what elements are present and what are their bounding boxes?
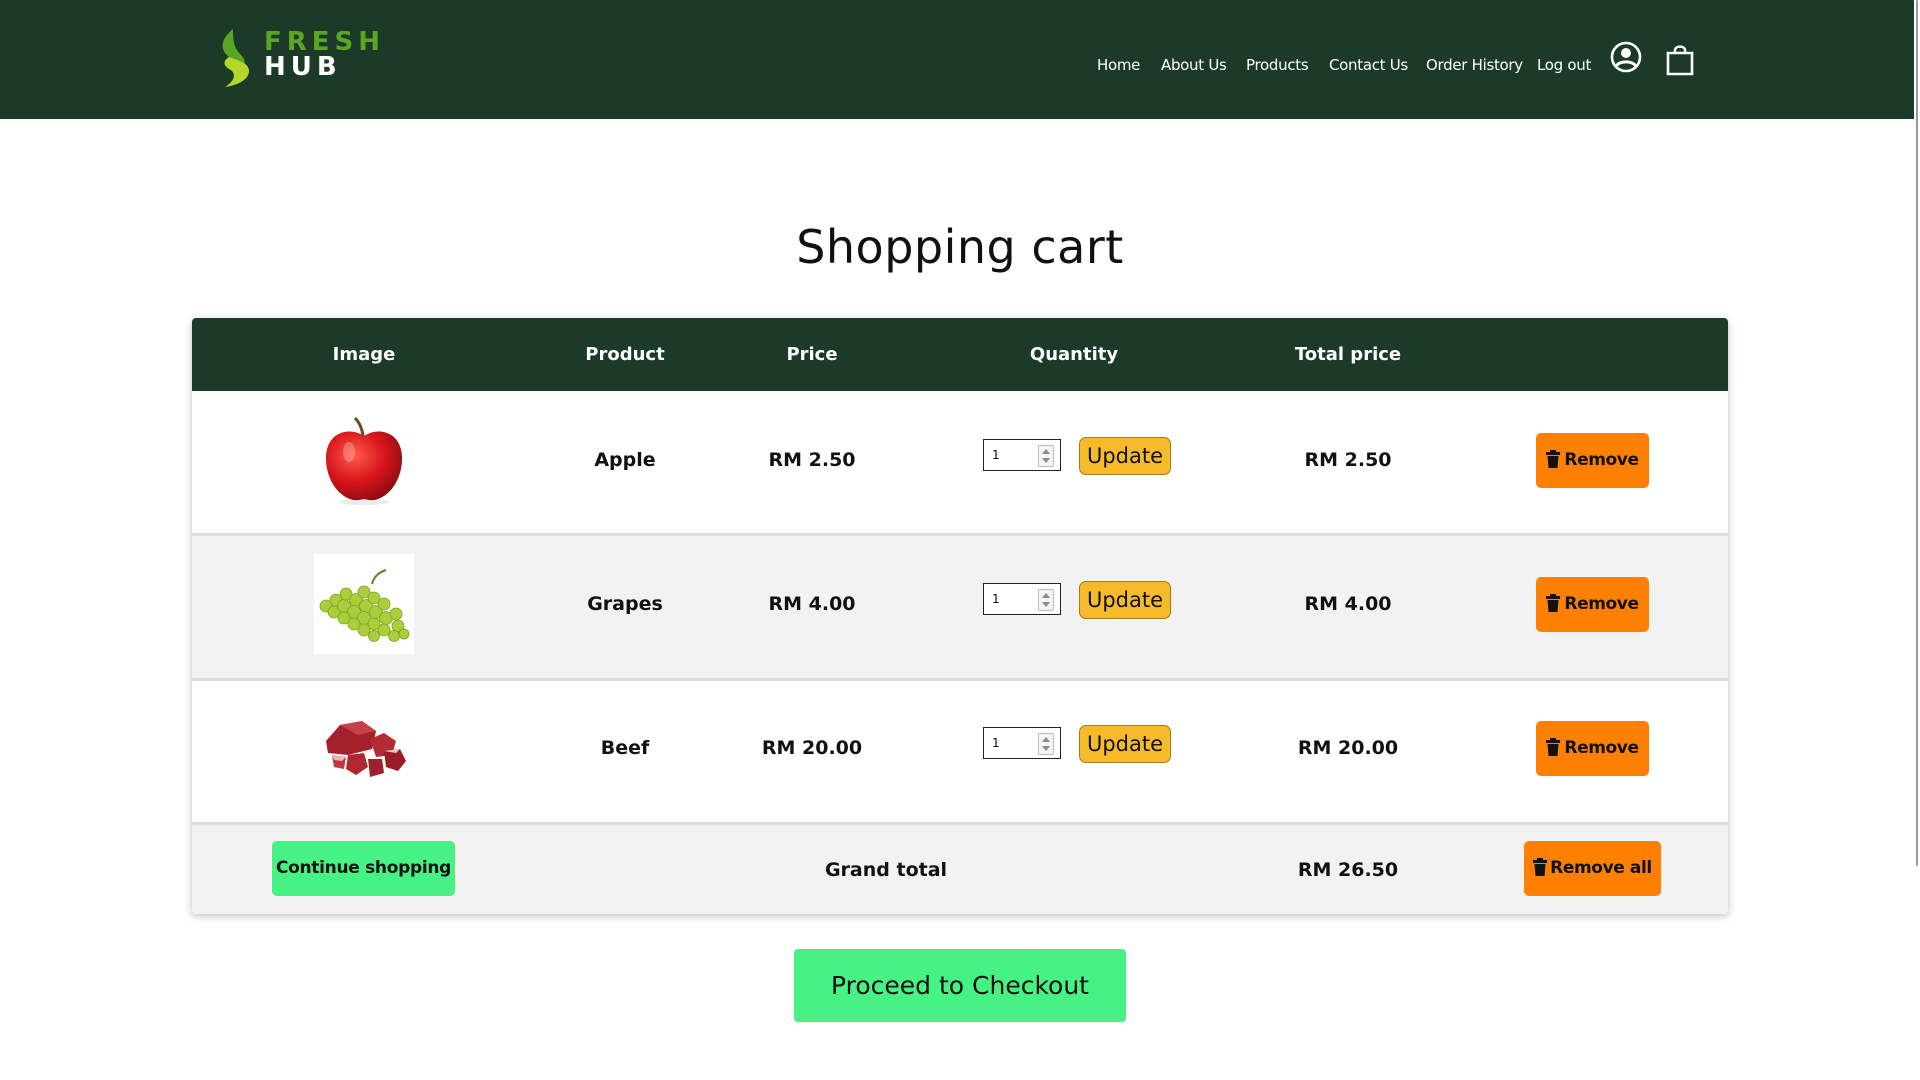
- column-header-total-price: Total price: [1294, 344, 1402, 365]
- table-footer-row: Continue shopping Grand total RM 26.50 R…: [192, 825, 1728, 914]
- column-header-quantity: Quantity: [1029, 344, 1119, 365]
- remove-button[interactable]: Remove: [1536, 721, 1649, 776]
- table-header: Image Product Price Quantity Total price: [192, 318, 1728, 391]
- nav-products[interactable]: Products: [1246, 56, 1309, 74]
- quantity-stepper[interactable]: [1038, 445, 1054, 467]
- row-total-price: RM 20.00: [1297, 737, 1399, 759]
- continue-shopping-button[interactable]: Continue shopping: [272, 841, 455, 896]
- remove-label: Remove: [1564, 738, 1639, 758]
- grapes-image: [314, 554, 414, 654]
- row-total-price: RM 2.50: [1304, 449, 1392, 471]
- quantity-value: 1: [992, 592, 1000, 606]
- quantity-stepper[interactable]: [1038, 733, 1054, 755]
- shopping-bag-icon[interactable]: [1666, 44, 1694, 76]
- remove-all-label: Remove all: [1550, 858, 1652, 878]
- grand-total-label: Grand total: [824, 859, 948, 881]
- quantity-input[interactable]: 1: [983, 727, 1061, 759]
- column-header-product: Product: [585, 344, 665, 365]
- quantity-stepper[interactable]: [1038, 589, 1054, 611]
- column-header-price: Price: [786, 344, 838, 365]
- leaf-s-icon: [222, 29, 249, 87]
- trash-icon: [1546, 738, 1561, 756]
- update-button[interactable]: Update: [1079, 725, 1171, 763]
- remove-button[interactable]: Remove: [1536, 433, 1649, 488]
- product-name: Apple: [594, 449, 656, 471]
- user-account-icon[interactable]: [1610, 41, 1642, 73]
- quantity-input[interactable]: 1: [983, 439, 1061, 471]
- nav-log-out[interactable]: Log out: [1537, 56, 1591, 74]
- remove-label: Remove: [1564, 450, 1639, 470]
- update-button[interactable]: Update: [1079, 437, 1171, 475]
- cart-table: Image Product Price Quantity Total price…: [192, 318, 1728, 914]
- nav-home[interactable]: Home: [1097, 56, 1140, 74]
- page-title: Shopping cart: [796, 220, 1124, 274]
- product-price: RM 20.00: [761, 737, 863, 759]
- trash-icon: [1546, 594, 1561, 612]
- scrollbar-thumb[interactable]: [1916, 0, 1918, 866]
- table-row: Beef RM 20.00 1 Update RM 20.00 Remove: [192, 681, 1728, 825]
- product-price: RM 2.50: [768, 449, 856, 471]
- product-price: RM 4.00: [768, 593, 856, 615]
- nav-order-history[interactable]: Order History: [1426, 56, 1523, 74]
- site-header: FRESH HUB Home About Us Products Contact…: [0, 0, 1914, 119]
- quantity-input[interactable]: 1: [983, 583, 1061, 615]
- grand-total-value: RM 26.50: [1297, 859, 1399, 881]
- table-row: Apple RM 2.50 1 Update RM 2.50 Remove: [192, 391, 1728, 536]
- quantity-value: 1: [992, 736, 1000, 750]
- remove-all-button[interactable]: Remove all: [1524, 841, 1661, 896]
- beef-image: [326, 721, 406, 777]
- column-header-image: Image: [332, 344, 396, 365]
- proceed-to-checkout-button[interactable]: Proceed to Checkout: [794, 949, 1126, 1022]
- product-name: Grapes: [587, 593, 663, 615]
- quantity-value: 1: [992, 448, 1000, 462]
- trash-icon: [1533, 858, 1548, 876]
- update-button[interactable]: Update: [1079, 581, 1171, 619]
- brand-logo[interactable]: FRESH HUB: [213, 27, 380, 91]
- nav-about-us[interactable]: About Us: [1161, 56, 1227, 74]
- remove-label: Remove: [1564, 594, 1639, 614]
- nav-contact-us[interactable]: Contact Us: [1329, 56, 1408, 74]
- row-total-price: RM 4.00: [1304, 593, 1392, 615]
- page-scrollbar[interactable]: [1914, 0, 1920, 1080]
- remove-button[interactable]: Remove: [1536, 577, 1649, 632]
- apple-image: [325, 416, 403, 505]
- brand-name-line2: HUB: [264, 52, 342, 82]
- trash-icon: [1546, 450, 1561, 468]
- product-name: Beef: [600, 737, 650, 759]
- table-row: Grapes RM 4.00 1 Update RM 4.00 Remove: [192, 536, 1728, 681]
